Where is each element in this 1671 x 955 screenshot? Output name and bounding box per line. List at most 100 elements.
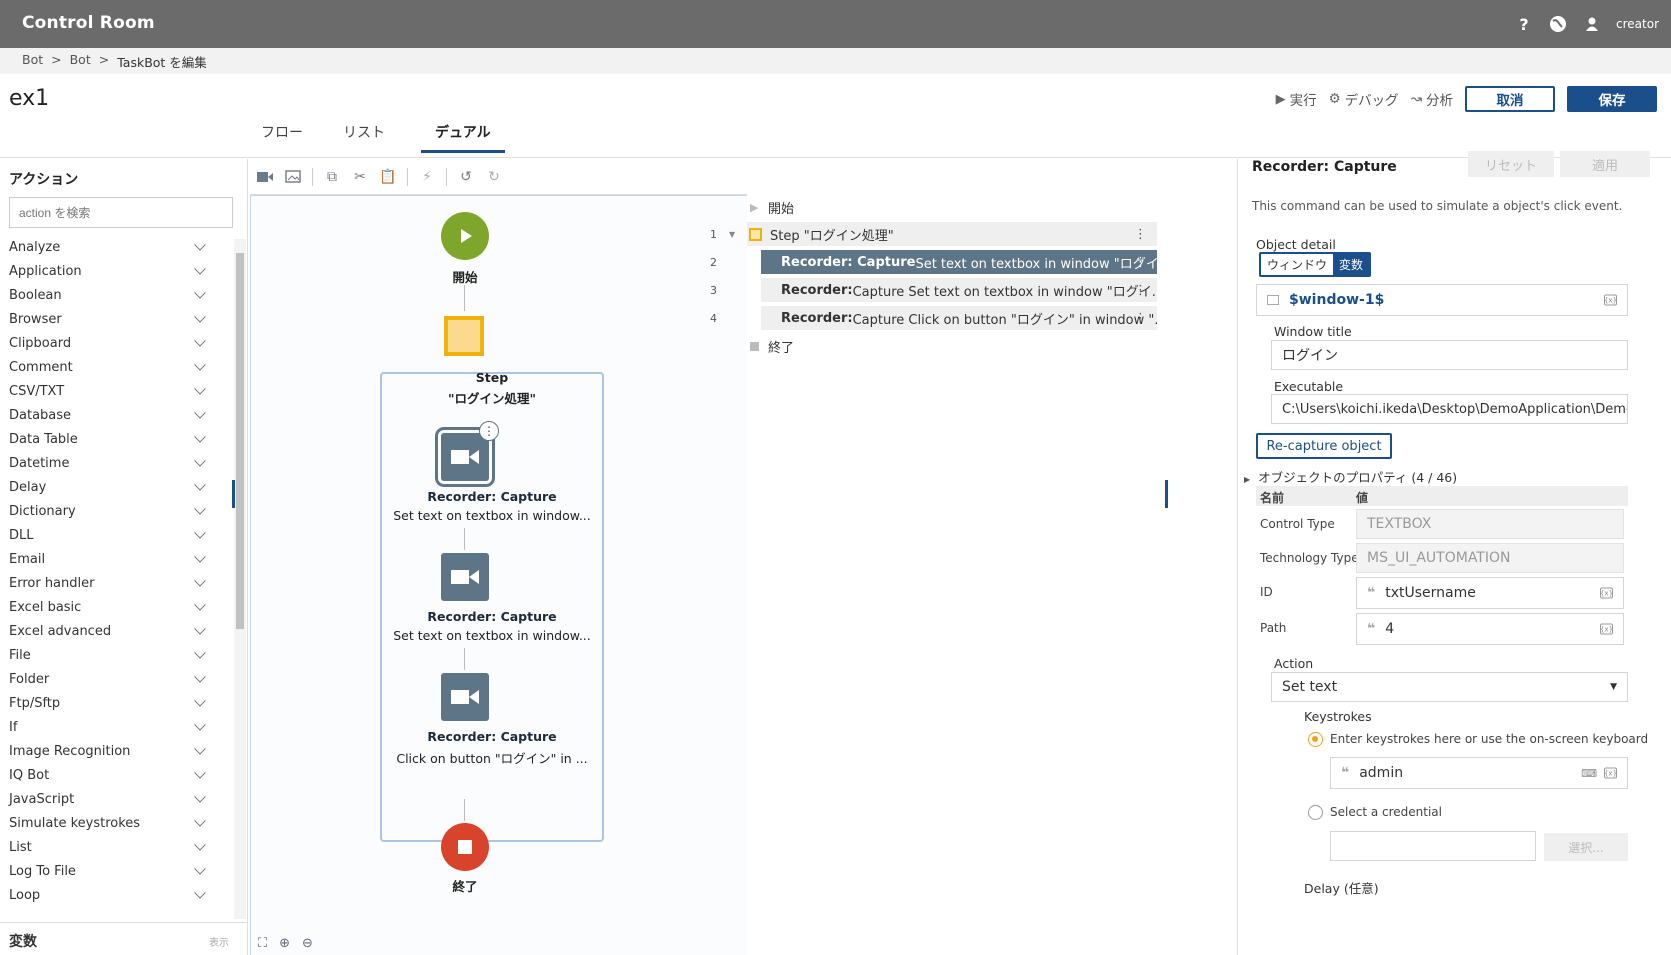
record-icon[interactable] — [256, 168, 274, 186]
action-item[interactable]: If — [0, 715, 232, 739]
object-detail-toggle[interactable]: ウィンドウ 変数 — [1259, 252, 1372, 277]
right-splitter-handle[interactable] — [1165, 480, 1168, 508]
end-node[interactable] — [441, 823, 489, 871]
tab-dual[interactable]: デュアル — [421, 120, 505, 153]
list-row[interactable]: 2 Recorder: Capture Set text on textbox … — [710, 250, 1237, 274]
row-menu-icon[interactable]: ⋮ — [1134, 227, 1147, 242]
list-start-row[interactable]: ▶ 開始 — [747, 195, 1237, 219]
tab-list[interactable]: リスト — [339, 120, 389, 153]
cut-icon[interactable]: ✂ — [351, 168, 369, 186]
action-item[interactable]: Browser — [0, 307, 232, 331]
prop-id-field[interactable]: ❝ txtUsername {x} — [1356, 577, 1624, 609]
action-item[interactable]: Error handler — [0, 571, 232, 595]
executable-field[interactable]: C:\Users\koichi.ikeda\Desktop\DemoApplic… — [1271, 394, 1628, 424]
action-item[interactable]: Analyze — [0, 235, 232, 259]
flow-canvas[interactable]: 開始 Step "ログイン処理" ⋮ Recorder: Capture Set… — [250, 195, 747, 955]
analyze-button[interactable]: ↝ 分析 — [1411, 89, 1453, 109]
capture-node-1[interactable] — [435, 427, 495, 487]
action-item[interactable]: Dictionary — [0, 499, 232, 523]
credential-field[interactable] — [1330, 831, 1536, 861]
seg-window[interactable]: ウィンドウ — [1261, 254, 1333, 275]
redo-icon[interactable]: ↻ — [485, 168, 503, 186]
action-item[interactable]: Email — [0, 547, 232, 571]
action-item[interactable]: Folder — [0, 667, 232, 691]
collapse-icon[interactable]: ▼ — [729, 230, 735, 239]
action-item[interactable]: Application — [0, 259, 232, 283]
action-item[interactable]: IQ Bot — [0, 763, 232, 787]
window-title-field[interactable]: ログイン — [1271, 340, 1628, 370]
action-item[interactable]: Loop — [0, 883, 232, 907]
list-row[interactable]: 1 ▼ Step "ログイン処理" ⋮ — [710, 222, 1237, 246]
save-button[interactable]: 保存 — [1567, 86, 1657, 112]
action-item[interactable]: File — [0, 643, 232, 667]
action-item[interactable]: Database — [0, 403, 232, 427]
list-end-row[interactable]: 終了 — [747, 334, 1237, 358]
seg-variable[interactable]: 変数 — [1333, 254, 1370, 275]
tab-flow[interactable]: フロー — [257, 120, 307, 153]
action-item[interactable]: Log To File — [0, 859, 232, 883]
recapture-button[interactable]: Re-capture object — [1256, 433, 1392, 459]
variable-insert-icon[interactable]: {x} — [1604, 294, 1617, 306]
credential-radio[interactable] — [1308, 805, 1323, 820]
variable-insert-icon[interactable]: {x} — [1604, 767, 1617, 779]
action-item[interactable]: JavaScript — [0, 787, 232, 811]
user-icon[interactable] — [1582, 14, 1602, 34]
undo-icon[interactable]: ↺ — [457, 168, 475, 186]
left-splitter-handle[interactable] — [232, 480, 235, 508]
row-menu-icon[interactable]: ⋮ — [1134, 311, 1147, 326]
select-credential-button[interactable]: 選択... — [1544, 833, 1628, 861]
image-icon[interactable] — [284, 168, 302, 186]
step-icon[interactable] — [444, 316, 484, 356]
action-item[interactable]: Comment — [0, 355, 232, 379]
copy-icon[interactable]: ⧉ — [323, 168, 341, 186]
action-item[interactable]: Excel advanced — [0, 619, 232, 643]
disable-icon[interactable]: ⚡ — [418, 168, 436, 186]
zoom-in-icon[interactable]: ⊕ — [279, 936, 290, 951]
action-item[interactable]: Data Table — [0, 427, 232, 451]
cancel-button[interactable]: 取消 — [1465, 86, 1555, 112]
action-item[interactable]: Clipboard — [0, 331, 232, 355]
keyboard-icon[interactable]: ⌨ — [1581, 767, 1597, 780]
breadcrumb-bot-2[interactable]: Bot — [70, 52, 91, 70]
debug-button[interactable]: ⚙ デバッグ — [1329, 89, 1399, 109]
action-item[interactable]: Ftp/Sftp — [0, 691, 232, 715]
action-item[interactable]: DLL — [0, 523, 232, 547]
row-menu-icon[interactable]: ⋮ — [1134, 283, 1147, 298]
list-row[interactable]: 4 Recorder: Capture Click on button "ログイ… — [710, 306, 1237, 330]
action-item[interactable]: Delay — [0, 475, 232, 499]
action-item[interactable]: Excel basic — [0, 595, 232, 619]
node-menu-icon[interactable]: ⋮ — [479, 421, 499, 441]
action-select[interactable]: Set text ▼ — [1271, 672, 1628, 702]
action-search-input[interactable] — [9, 197, 233, 228]
action-list-scrollbar[interactable] — [234, 239, 246, 919]
object-properties-header[interactable]: ▶ オブジェクトのプロパティ (4 / 46) — [1244, 467, 1457, 486]
run-button[interactable]: ▶ 実行 — [1276, 89, 1317, 110]
breadcrumb-bot-1[interactable]: Bot — [22, 52, 43, 70]
capture-row-3[interactable]: Recorder: Capture Click on button "ログイン"… — [761, 306, 1157, 330]
username[interactable]: creator — [1616, 17, 1659, 31]
list-row[interactable]: 3 Recorder: Capture Set text on textbox … — [710, 278, 1237, 302]
action-item[interactable]: Datetime — [0, 451, 232, 475]
action-item[interactable]: Image Recognition — [0, 739, 232, 763]
action-item[interactable]: Boolean — [0, 283, 232, 307]
action-item[interactable]: CSV/TXT — [0, 379, 232, 403]
start-node[interactable] — [441, 212, 489, 260]
action-item[interactable]: List — [0, 835, 232, 859]
help-icon[interactable]: ? — [1514, 14, 1534, 34]
variables-toggle[interactable]: 表示 — [209, 931, 229, 949]
variable-insert-icon[interactable]: {x} — [1600, 587, 1613, 599]
window-variable-field[interactable]: $window-1$ {x} — [1256, 284, 1628, 316]
keystrokes-input[interactable]: ❝ admin ⌨ {x} — [1330, 757, 1628, 789]
prop-path-field[interactable]: ❝ 4 {x} — [1356, 613, 1624, 645]
step-row[interactable]: Step "ログイン処理" ⋮ — [747, 222, 1157, 246]
fit-screen-icon[interactable]: ⛶ — [258, 936, 267, 951]
variables-section[interactable]: 変数 表示 — [0, 922, 248, 955]
globe-icon[interactable] — [1548, 14, 1568, 34]
paste-icon[interactable]: 📋 — [379, 168, 397, 186]
apply-button[interactable]: 適用 — [1560, 151, 1650, 177]
action-item[interactable]: Simulate keystrokes — [0, 811, 232, 835]
step-container[interactable] — [380, 372, 604, 842]
capture-node-2[interactable] — [441, 553, 489, 601]
reset-button[interactable]: リセット — [1468, 151, 1554, 177]
scrollbar-thumb[interactable] — [236, 253, 244, 629]
